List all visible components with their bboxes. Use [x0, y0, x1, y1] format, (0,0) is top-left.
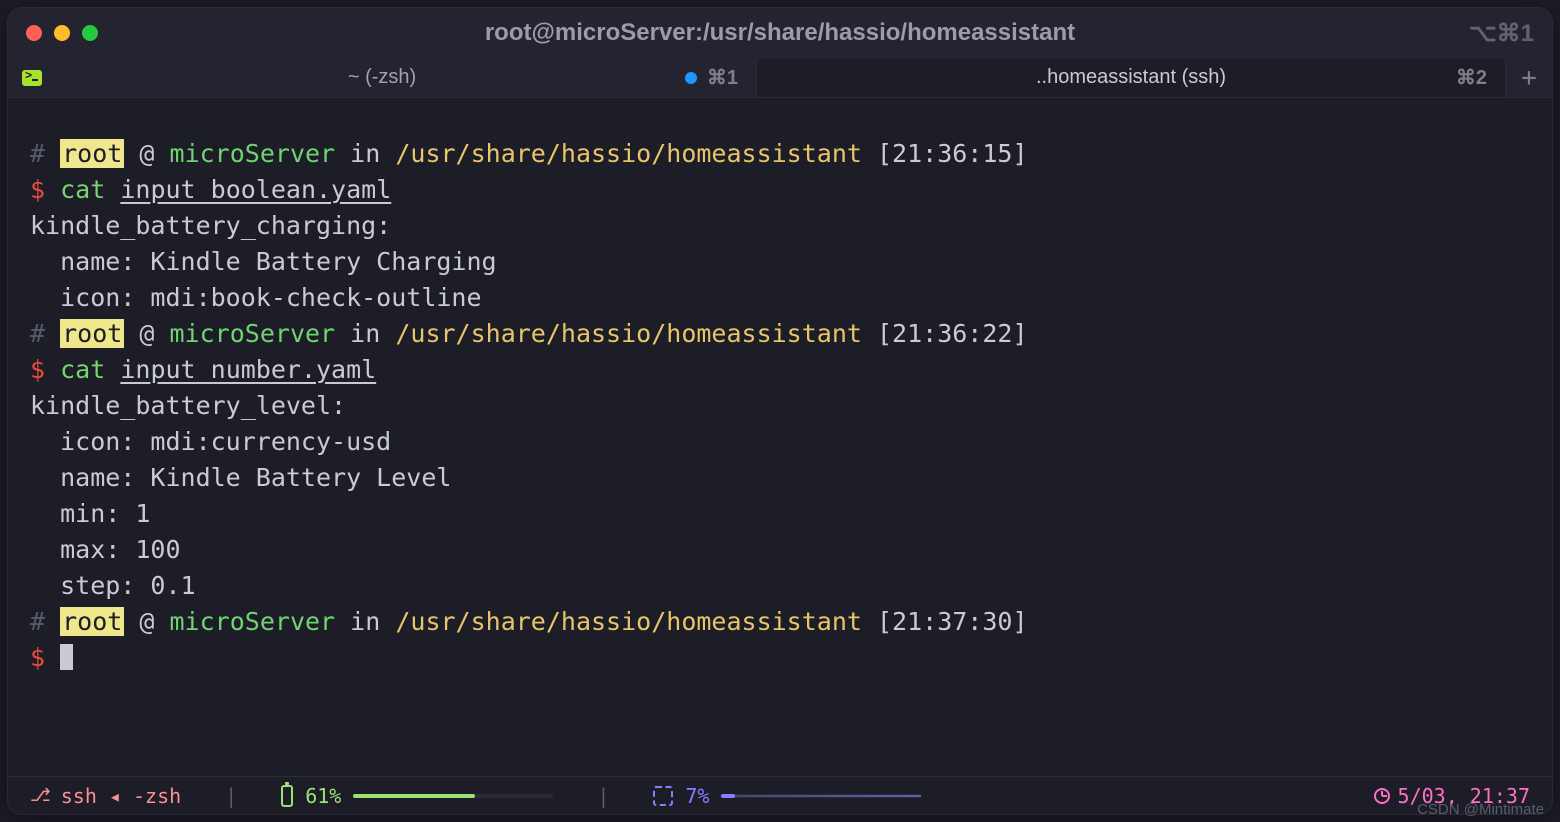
clock-value: 5/03, 21:37: [1398, 784, 1530, 808]
maximize-icon[interactable]: [82, 25, 98, 41]
tab-zsh[interactable]: ~ (-zsh) ⌘1: [8, 58, 757, 97]
clock-icon: [1374, 788, 1390, 804]
tab-label: ..homeassistant (ssh): [1036, 66, 1226, 89]
close-icon[interactable]: [26, 25, 42, 41]
status-process: ⎇ ssh ◂ -zsh: [30, 784, 181, 808]
title-shortcut: ⌥⌘1: [1469, 19, 1534, 48]
branch-icon: ⎇: [30, 785, 51, 806]
new-tab-button[interactable]: +: [1506, 58, 1552, 97]
separator: |: [597, 784, 609, 808]
terminal-icon: [22, 70, 42, 86]
titlebar: root@microServer:/usr/share/hassio/homea…: [8, 8, 1552, 58]
battery-value: 61%: [305, 784, 341, 808]
status-clock: 5/03, 21:37: [1374, 784, 1530, 808]
terminal-window: root@microServer:/usr/share/hassio/homea…: [8, 8, 1552, 814]
tab-label: ~ (-zsh): [348, 66, 416, 89]
battery-bar: [353, 794, 553, 798]
traffic-lights: [26, 25, 98, 41]
cpu-bar: [721, 794, 921, 798]
cpu-icon: [653, 786, 673, 806]
battery-icon: [281, 785, 293, 807]
status-process-text: ssh ◂ -zsh: [61, 784, 181, 808]
tab-bar: ~ (-zsh) ⌘1 ..homeassistant (ssh) ⌘2 +: [8, 58, 1552, 98]
separator: |: [225, 784, 237, 808]
minimize-icon[interactable]: [54, 25, 70, 41]
window-title: root@microServer:/usr/share/hassio/homea…: [8, 19, 1552, 47]
status-bar: ⎇ ssh ◂ -zsh | 61% | 7% 5/03, 21:37: [8, 776, 1552, 814]
cpu-value: 7%: [685, 784, 709, 808]
status-battery: 61%: [281, 784, 553, 808]
terminal-output[interactable]: # root @ microServer in /usr/share/hassi…: [8, 98, 1552, 776]
tab-ssh[interactable]: ..homeassistant (ssh) ⌘2: [757, 58, 1506, 97]
option-command-icon: ⌥⌘1: [1469, 19, 1534, 48]
status-cpu: 7%: [653, 784, 921, 808]
dirty-indicator-icon: [685, 72, 697, 84]
plus-icon: +: [1521, 63, 1537, 93]
tab-shortcut: ⌘1: [707, 65, 738, 90]
tab-shortcut: ⌘2: [1456, 65, 1487, 90]
